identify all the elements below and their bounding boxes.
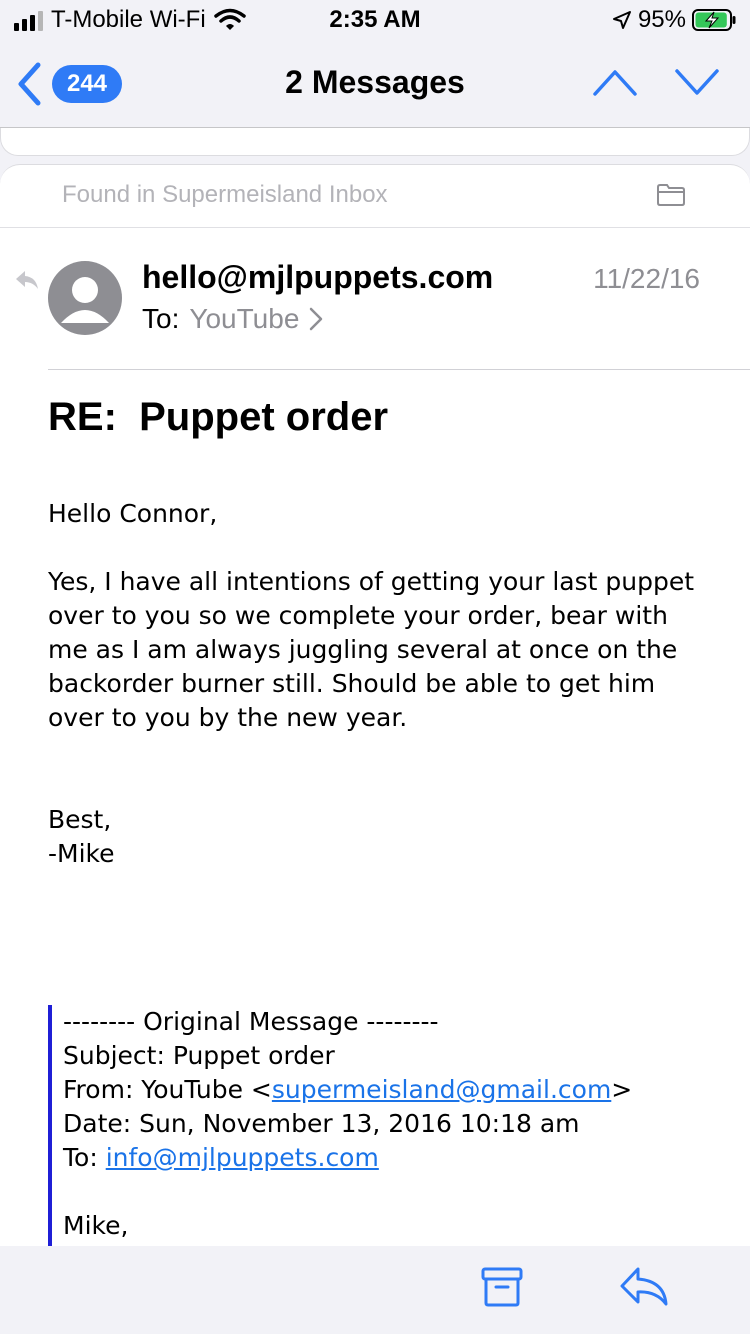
status-bar: T-Mobile Wi-Fi 2:35 AM 95%: [0, 0, 750, 40]
message-signoff: Best, -Mike: [48, 803, 708, 871]
quote-to: To: info@mjlpuppets.com: [63, 1141, 632, 1175]
battery-charging-icon: [692, 9, 736, 31]
bottom-toolbar: [0, 1246, 750, 1334]
to-label: To:: [142, 303, 180, 334]
quote-header: -------- Original Message --------: [63, 1007, 439, 1036]
message-subject: RE: Puppet order: [48, 395, 389, 439]
recipient-line[interactable]: To: YouTube: [142, 303, 323, 335]
quote-from-email-link[interactable]: supermeisland@gmail.com: [272, 1075, 611, 1104]
previous-message-button[interactable]: [592, 66, 638, 98]
message-card: Found in Supermeisland Inbox hello@mjlpu…: [0, 164, 750, 1246]
next-message-button[interactable]: [674, 66, 720, 98]
quote-salutation: Mike,: [63, 1211, 129, 1240]
folder-icon[interactable]: [656, 183, 686, 207]
quoted-original-message: -------- Original Message -------- Subje…: [48, 1005, 632, 1246]
mailbox-location-bar[interactable]: Found in Supermeisland Inbox: [0, 165, 750, 228]
signoff-line-1: Best,: [48, 805, 112, 834]
quote-date: Date: Sun, November 13, 2016 10:18 am: [63, 1109, 580, 1138]
archive-button[interactable]: [480, 1266, 524, 1308]
replied-indicator-icon: [16, 271, 38, 289]
quote-subject: Subject: Puppet order: [63, 1041, 335, 1070]
recipient-name: YouTube: [189, 303, 300, 334]
quote-from-prefix: From: YouTube <: [63, 1075, 272, 1104]
reply-button[interactable]: [618, 1264, 670, 1308]
collapsed-message-card[interactable]: [0, 128, 750, 156]
quote-to-email-link[interactable]: info@mjlpuppets.com: [106, 1143, 379, 1172]
chevron-right-icon: [310, 307, 323, 331]
message-greeting: Hello Connor,: [48, 499, 218, 528]
signoff-line-2: -Mike: [48, 839, 115, 868]
location-arrow-icon: [612, 11, 631, 29]
sender-address[interactable]: hello@mjlpuppets.com: [142, 259, 493, 296]
person-icon: [61, 277, 109, 323]
message-paragraph: Yes, I have all intentions of getting yo…: [48, 567, 695, 732]
battery-percent: 95%: [637, 6, 686, 33]
quote-from: From: YouTube <supermeisland@gmail.com>: [63, 1073, 632, 1107]
header-divider: [48, 369, 750, 370]
sender-avatar[interactable]: [48, 261, 122, 335]
mailbox-location-text: Found in Supermeisland Inbox: [62, 181, 388, 208]
quote-from-suffix: >: [611, 1075, 633, 1104]
status-right: 95%: [612, 6, 736, 34]
message-date: 11/22/16: [593, 263, 700, 294]
quote-spacer: [63, 1175, 632, 1209]
navigation-bar: 244 2 Messages: [0, 40, 750, 128]
quote-to-prefix: To:: [63, 1143, 106, 1172]
